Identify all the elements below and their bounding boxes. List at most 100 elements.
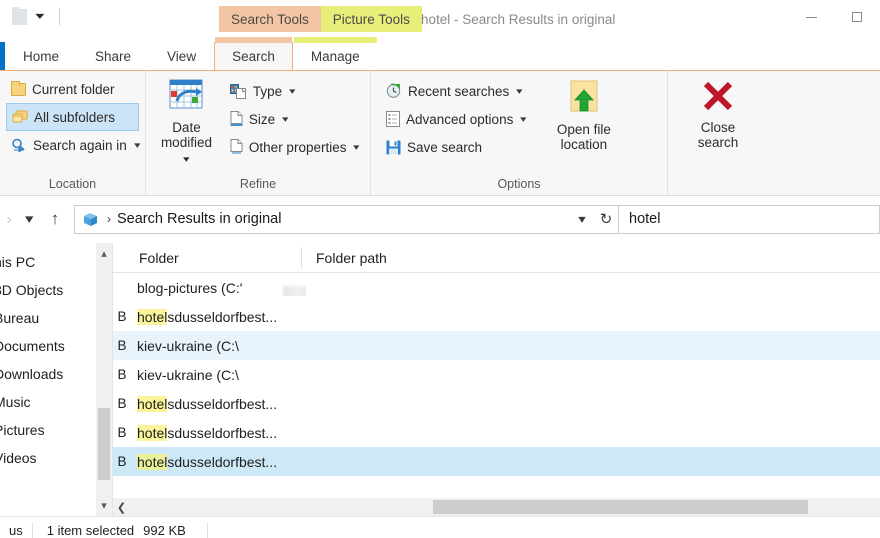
row-folder-name: hotelsdusseldorfbest... xyxy=(131,395,306,412)
table-row[interactable]: B hotelsdusseldorfbest... C:\ \blog-pict… xyxy=(113,447,880,476)
refresh-icon[interactable]: ↻ xyxy=(594,210,618,228)
column-header-label: Folder xyxy=(139,249,179,266)
back-button[interactable]: › xyxy=(2,204,16,234)
close-search-button[interactable]: Close search xyxy=(678,75,758,150)
advanced-options-button[interactable]: Advanced options ▾ xyxy=(381,105,531,133)
file-properties-icon xyxy=(230,139,243,155)
navigation-pane-scrollbar[interactable]: ▴ ▾ xyxy=(95,243,112,516)
chevron-down-icon[interactable]: ▾ xyxy=(96,497,112,514)
row-folder-name: hotelsdusseldorfbest... xyxy=(131,308,306,325)
breadcrumb-bar[interactable]: › Search Results in original ▾ ↻ xyxy=(74,204,619,234)
sidebar-item-label: Pictures xyxy=(0,422,45,438)
row-folder-name-text: blog-pictures (C:' xyxy=(137,279,243,296)
chevron-down-icon[interactable]: ▾ xyxy=(354,142,360,153)
file-type-icon xyxy=(229,83,247,99)
ribbon-group-options: Recent searches ▾ Advanced options ▾ Sav… xyxy=(371,71,668,195)
main-content: his PC 3D Objects Bureau Documents Downl… xyxy=(0,243,880,516)
tab-home[interactable]: Home xyxy=(5,42,77,70)
status-size-label: 992 KB xyxy=(143,523,186,538)
tab-label: Share xyxy=(95,49,132,64)
sidebar-item-label: Bureau xyxy=(0,310,40,326)
table-row[interactable]: B kiev-ukraine (C:\ C:\ \kiev-ukraine xyxy=(113,331,880,360)
chevron-up-icon[interactable]: ▴ xyxy=(96,245,112,262)
search-results-icon xyxy=(83,212,99,227)
ribbon-group-label: Refine xyxy=(239,177,277,191)
tab-manage[interactable]: Manage xyxy=(293,37,378,70)
scrollbar-thumb[interactable] xyxy=(98,408,110,480)
tab-view[interactable]: View xyxy=(149,42,214,70)
breadcrumb-current[interactable]: Search Results in original xyxy=(117,211,281,227)
row-folder-name-text: sdusseldorfbest... xyxy=(167,453,278,470)
button-label: Advanced options xyxy=(406,111,514,127)
chevron-down-icon[interactable]: ▾ xyxy=(567,212,597,226)
size-filter-button[interactable]: Size ▾ xyxy=(225,105,364,133)
horizontal-scrollbar[interactable]: ❮ xyxy=(113,498,880,516)
title-bar: ▾ Search Tools Picture Tools hotel - Sea… xyxy=(0,0,880,42)
chevron-down-icon[interactable]: ▾ xyxy=(134,140,140,151)
button-label-line2: search xyxy=(697,135,739,151)
row-badge: B xyxy=(117,309,127,324)
tab-search[interactable]: Search xyxy=(214,37,293,70)
save-search-button[interactable]: Save search xyxy=(381,133,531,161)
table-row[interactable]: B hotelsdusseldorfbest... C:\ \blog-pict… xyxy=(113,389,880,418)
row-folder-name: blog-pictures (C:' xyxy=(131,280,306,296)
row-folder-name-text: kiev-ukraine (C:\ xyxy=(137,366,239,383)
chevron-down-icon[interactable]: ▾ xyxy=(35,11,44,21)
date-modified-button[interactable]: Date modified ▾ xyxy=(158,75,215,165)
contextual-tab-picture-tools[interactable]: Picture Tools xyxy=(320,6,422,32)
contextual-tab-label: Search Tools xyxy=(231,11,309,27)
other-properties-button[interactable]: Other properties ▾ xyxy=(225,133,364,161)
chevron-down-icon: ▾ xyxy=(24,211,34,226)
table-row[interactable]: B hotelsdusseldorfbest... C:\ \blog-pict… xyxy=(113,418,880,447)
tab-share[interactable]: Share xyxy=(77,42,149,70)
chevron-down-icon[interactable]: ▾ xyxy=(289,86,295,97)
chevron-down-icon[interactable]: ▾ xyxy=(183,154,189,164)
scrollbar-thumb[interactable] xyxy=(433,500,808,514)
search-again-icon xyxy=(11,138,27,153)
ribbon-group-label: Location xyxy=(48,177,97,191)
chevron-down-icon[interactable]: ▾ xyxy=(520,114,526,125)
maximize-button[interactable] xyxy=(834,0,880,34)
button-label: All subfolders xyxy=(34,109,116,125)
search-input[interactable]: hotel xyxy=(619,204,880,234)
ribbon-group-close-search: Close search xyxy=(668,71,880,195)
chevron-left-icon[interactable]: ❮ xyxy=(113,501,130,514)
row-folder-name: hotelsdusseldorfbest... xyxy=(131,453,306,470)
open-file-location-button[interactable]: Open file location xyxy=(545,75,623,161)
table-row[interactable]: B hotelsdusseldorfbest... C:\ \blog-pict… xyxy=(113,302,880,331)
column-header-label: Folder path xyxy=(316,249,387,266)
search-again-in-button[interactable]: Search again in ▾ xyxy=(6,131,140,159)
row-badge: B xyxy=(117,454,127,469)
minimize-button[interactable] xyxy=(788,0,834,34)
row-folder-name: kiev-ukraine (C:\ xyxy=(131,367,306,383)
type-filter-button[interactable]: Type ▾ xyxy=(225,77,364,105)
row-badge: B xyxy=(117,338,127,353)
row-folder-name-text: sdusseldorfbest... xyxy=(167,395,278,412)
file-list-rows: blog-pictures (C:' C:\ \blog-pictures B … xyxy=(113,273,880,476)
recent-locations-button[interactable]: ▾ xyxy=(16,204,42,234)
recent-searches-button[interactable]: Recent searches ▾ xyxy=(381,77,531,105)
quick-access-toolbar: ▾ xyxy=(0,0,66,32)
current-folder-button[interactable]: Current folder xyxy=(6,75,139,103)
table-row[interactable]: blog-pictures (C:' C:\ \blog-pictures xyxy=(113,273,880,302)
file-explorer-window: ▾ Search Tools Picture Tools hotel - Sea… xyxy=(0,0,880,538)
status-selection: 1 item selected 992 KB xyxy=(33,522,195,538)
file-list-pane: Folder Folder path blog-pictures (C:' C:… xyxy=(113,243,880,516)
table-row[interactable]: B kiev-ukraine (C:\ C:\ \kiev-ukraine xyxy=(113,360,880,389)
contextual-tab-search-tools[interactable]: Search Tools xyxy=(219,6,321,32)
all-subfolders-button[interactable]: All subfolders xyxy=(6,103,139,131)
column-header-folder-path[interactable]: Folder path xyxy=(301,246,880,269)
row-folder-name-text: kiev-ukraine (C:\ xyxy=(137,337,239,354)
button-label: Other properties xyxy=(248,139,347,155)
column-header-folder[interactable]: Folder xyxy=(113,247,301,269)
list-icon xyxy=(386,111,400,127)
toolbar-divider xyxy=(58,7,60,25)
up-button[interactable]: ↑ xyxy=(42,204,68,234)
sidebar-item-label: Documents xyxy=(0,338,65,354)
status-items-label: us xyxy=(9,523,23,538)
chevron-down-icon[interactable]: ▾ xyxy=(282,114,288,125)
folder-icon[interactable] xyxy=(12,7,27,25)
button-label-line1: Open file xyxy=(556,122,611,137)
tab-label: Manage xyxy=(310,49,360,64)
chevron-down-icon[interactable]: ▾ xyxy=(516,86,522,97)
